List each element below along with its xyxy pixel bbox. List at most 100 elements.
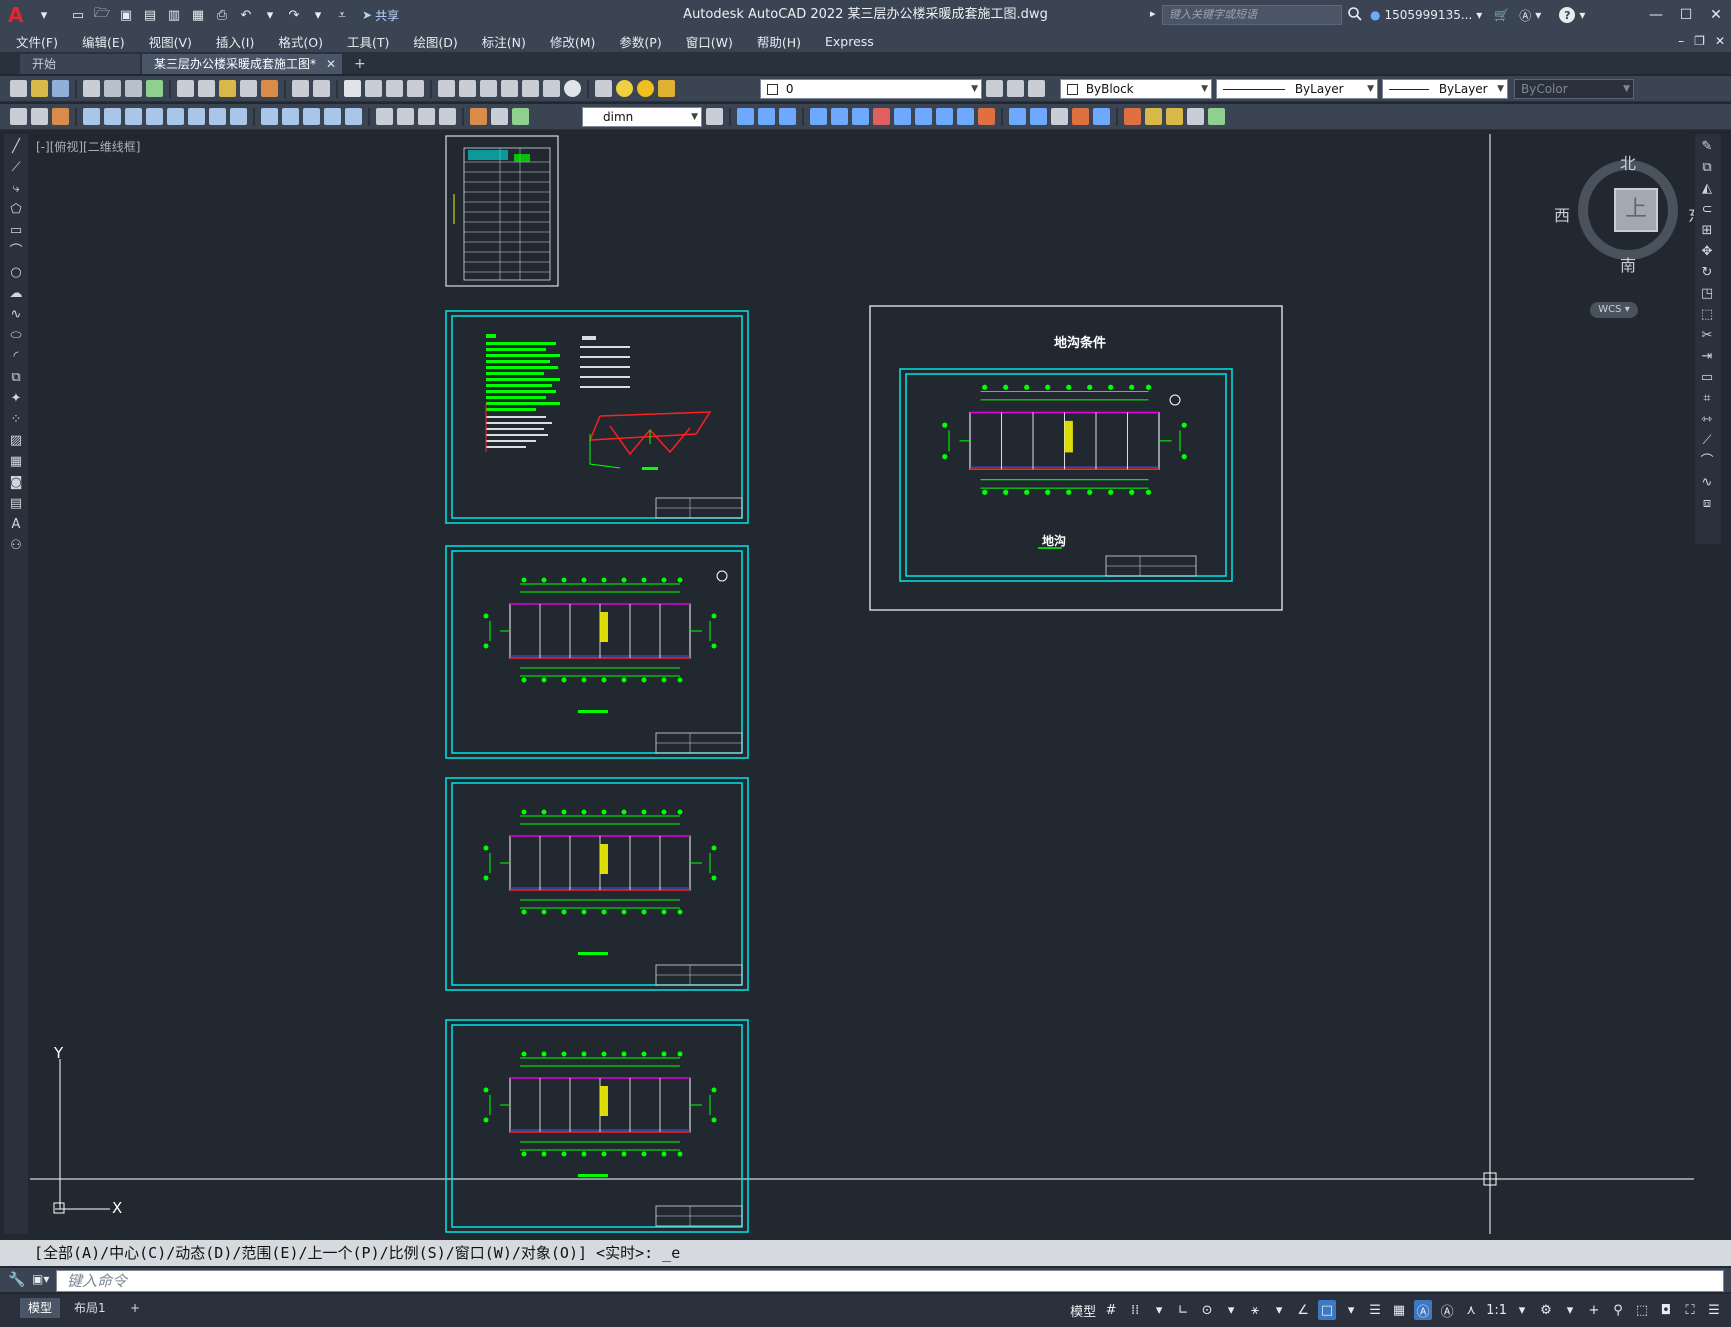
menu-modify[interactable]: 修改(M) xyxy=(550,32,596,51)
workspace-dropdown-icon[interactable]: ▾ xyxy=(1561,1300,1579,1320)
draw-order-icon[interactable] xyxy=(1072,108,1089,125)
open-icon[interactable] xyxy=(31,80,48,97)
fillet-tool-icon[interactable]: ⌒ xyxy=(1699,454,1715,470)
polar-dropdown-icon[interactable]: ▾ xyxy=(1270,1300,1288,1320)
rotate-icon[interactable] xyxy=(852,108,869,125)
gradient-tool-icon[interactable]: ▦ xyxy=(8,454,24,470)
offset-tool-icon[interactable]: ⊂ xyxy=(1699,202,1715,218)
auto-scale-icon[interactable]: Ⓐ xyxy=(1438,1300,1456,1320)
wcs-menu[interactable]: WCS ▾ xyxy=(1590,302,1638,318)
ellipse-tool-icon[interactable]: ⬭ xyxy=(8,328,24,344)
attach-icon[interactable] xyxy=(1145,108,1162,125)
join-icon[interactable] xyxy=(978,108,995,125)
plotstyle-dropdown[interactable]: ByColor ▼ xyxy=(1514,79,1634,99)
explode-icon[interactable] xyxy=(1051,108,1068,125)
close-icon[interactable]: ✕ xyxy=(1701,0,1731,30)
transparency-icon[interactable]: ▦ xyxy=(1390,1300,1408,1320)
layer-previous-icon[interactable] xyxy=(1028,80,1045,97)
units-icon[interactable]: ⚲ xyxy=(1609,1300,1627,1320)
dim-style-manager-icon[interactable] xyxy=(706,108,723,125)
tab-close-icon[interactable]: ✕ xyxy=(326,54,336,74)
app-menu-chevron-icon[interactable]: ▾ xyxy=(34,6,54,24)
jogged-linear-icon[interactable] xyxy=(439,108,456,125)
sheet-floor-plan-2[interactable] xyxy=(445,777,749,991)
layer-on-icon[interactable] xyxy=(616,80,633,97)
radius-dim-icon[interactable] xyxy=(167,108,184,125)
quick-dim-icon[interactable] xyxy=(261,108,278,125)
plot-icon[interactable] xyxy=(83,80,100,97)
sheet-design-notes[interactable] xyxy=(445,310,749,524)
layer-match-icon[interactable] xyxy=(1007,80,1024,97)
menu-format[interactable]: 格式(O) xyxy=(278,32,323,51)
save-icon[interactable]: ▣ xyxy=(116,6,136,24)
plot-preview-icon[interactable] xyxy=(104,80,121,97)
clip-icon[interactable] xyxy=(1187,108,1204,125)
spline-tool-icon[interactable]: ∿ xyxy=(8,307,24,323)
mtext-tool-icon[interactable]: A xyxy=(8,517,24,533)
explode-tool-icon[interactable]: ⧈ xyxy=(1699,496,1715,512)
insert-block-icon[interactable] xyxy=(1124,108,1141,125)
stretch-tool-icon[interactable]: ⬚ xyxy=(1699,307,1715,323)
workspace-gear-icon[interactable]: ⚙ xyxy=(1537,1300,1555,1320)
dim-override-icon[interactable] xyxy=(52,108,69,125)
table-tool-icon[interactable]: ▤ xyxy=(8,496,24,512)
copy-tool-icon[interactable]: ⧉ xyxy=(1699,160,1715,176)
chamfer-tool-icon[interactable]: ⟋ xyxy=(1699,433,1715,449)
redo-icon[interactable] xyxy=(313,80,330,97)
publish-icon[interactable]: ▥ xyxy=(164,6,184,24)
user-account[interactable]: ● 1505999135... ▾ 🛒 Ⓐ ▾ ? ▾ xyxy=(1370,5,1585,25)
menu-file[interactable]: 文件(F) xyxy=(16,32,58,51)
color-dropdown[interactable]: ByBlock ▼ xyxy=(1060,79,1212,99)
viewcube-south[interactable]: 南 xyxy=(1620,252,1636,276)
break-tool-icon[interactable]: ⌗ xyxy=(1699,391,1715,407)
copy-object-icon[interactable] xyxy=(737,108,754,125)
doc-close-icon[interactable]: ✕ xyxy=(1715,34,1725,48)
ortho-dropdown-icon[interactable]: ▾ xyxy=(1222,1300,1240,1320)
dim-space-icon[interactable] xyxy=(324,108,341,125)
break-point-icon[interactable]: ▭ xyxy=(1699,370,1715,386)
add-layout-button[interactable]: + xyxy=(122,1298,148,1318)
rectangle-tool-icon[interactable]: ▭ xyxy=(8,223,24,239)
menu-draw[interactable]: 绘图(D) xyxy=(413,32,457,51)
help-icon[interactable]: ? xyxy=(1559,7,1576,23)
recent-commands-icon[interactable]: ▣▾ xyxy=(32,1272,49,1286)
mirror-tool-icon[interactable]: ◭ xyxy=(1699,181,1715,197)
isolate-objects-icon[interactable]: ◘ xyxy=(1657,1300,1675,1320)
drawing-canvas[interactable]: [-][俯视][二维线框] 地沟条件 地沟 Y X 上 北 南 西 WCS ▾ xyxy=(30,134,1694,1234)
layer-properties-icon[interactable] xyxy=(595,80,612,97)
tool-palettes-icon[interactable] xyxy=(480,80,497,97)
undo-icon[interactable] xyxy=(292,80,309,97)
tab-layout1[interactable]: 布局1 xyxy=(66,1298,114,1318)
join-tool-icon[interactable]: ⇿ xyxy=(1699,412,1715,428)
sheet-floor-plan-3[interactable] xyxy=(445,1019,749,1233)
inspection-icon[interactable] xyxy=(418,108,435,125)
maximize-icon[interactable]: ☐ xyxy=(1671,0,1701,30)
region-tool-icon[interactable]: ◙ xyxy=(8,475,24,491)
a360-dropdown-icon[interactable]: ▾ xyxy=(1535,8,1541,22)
revision-cloud-icon[interactable]: ☁ xyxy=(8,286,24,302)
polygon-tool-icon[interactable]: ⬠ xyxy=(8,202,24,218)
properties-icon[interactable] xyxy=(438,80,455,97)
make-block-icon[interactable]: ✦ xyxy=(8,391,24,407)
new-tab-button[interactable]: + xyxy=(354,54,366,74)
linear-dim-icon[interactable] xyxy=(83,108,100,125)
circle-tool-icon[interactable]: ○ xyxy=(8,265,24,281)
fillet-icon[interactable] xyxy=(1030,108,1047,125)
menu-edit[interactable]: 编辑(E) xyxy=(82,32,125,51)
arc-length-icon[interactable] xyxy=(125,108,142,125)
dynamic-input-icon[interactable]: ⊙ xyxy=(1198,1300,1216,1320)
menu-dimension[interactable]: 标注(N) xyxy=(482,32,526,51)
copy-icon[interactable] xyxy=(198,80,215,97)
arc-tool-icon[interactable]: ⌒ xyxy=(8,244,24,260)
undo-icon[interactable]: ↶ xyxy=(236,6,256,24)
annotation-monitor-icon[interactable]: + xyxy=(1585,1300,1603,1320)
menu-help[interactable]: 帮助(H) xyxy=(757,32,801,51)
dimstyle-dropdown[interactable]: dimn ▼ xyxy=(582,107,702,127)
scale-dropdown-icon[interactable]: ▾ xyxy=(1513,1300,1531,1320)
help-dropdown-icon[interactable]: ▾ xyxy=(1579,8,1585,22)
redo-dropdown-icon[interactable]: ▾ xyxy=(308,6,328,24)
menu-tools[interactable]: 工具(T) xyxy=(347,32,389,51)
search-icon[interactable] xyxy=(1347,6,1363,22)
reassociate-icon[interactable] xyxy=(512,108,529,125)
customize-qat-icon[interactable]: ⩡ xyxy=(332,6,352,24)
